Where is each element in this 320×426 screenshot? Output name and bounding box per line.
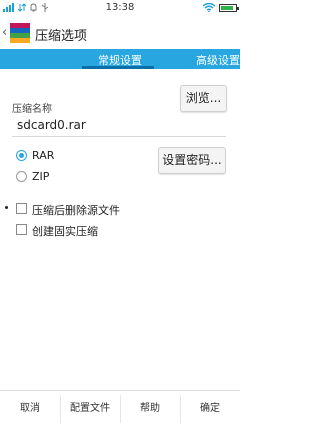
active-tab-indicator xyxy=(82,66,154,69)
page-title: 压缩选项 xyxy=(35,29,88,44)
bullet-dot xyxy=(5,206,8,209)
ok-button[interactable]: 确定 xyxy=(180,391,240,426)
bottom-action-bar: 取消 配置文件 帮助 确定 xyxy=(0,390,240,426)
tab-advanced-settings[interactable]: 高级设置 xyxy=(196,52,240,68)
back-chevron-icon[interactable]: ‹ xyxy=(2,25,7,40)
set-password-button[interactable]: 设置密码... xyxy=(158,147,226,174)
cancel-button[interactable]: 取消 xyxy=(0,391,60,426)
help-button[interactable]: 帮助 xyxy=(120,391,180,426)
archive-name-label: 压缩名称 xyxy=(12,104,52,115)
radio-rar-label[interactable]: RAR xyxy=(32,149,54,162)
battery-icon xyxy=(219,3,239,12)
app-bar: ‹ 压缩选项 xyxy=(0,17,240,49)
archive-name-input[interactable]: sdcard0.rar xyxy=(12,115,226,137)
solid-archive-checkbox[interactable] xyxy=(16,224,27,235)
status-icons-right xyxy=(203,3,239,12)
wifi-icon xyxy=(203,3,215,12)
delete-source-label[interactable]: 压缩后删除源文件 xyxy=(32,202,120,218)
status-bar: 13:38 xyxy=(0,0,240,16)
radio-zip[interactable] xyxy=(16,171,27,182)
delete-source-checkbox[interactable] xyxy=(16,203,27,214)
radio-zip-label[interactable]: ZIP xyxy=(32,170,49,183)
solid-archive-label[interactable]: 创建固实压缩 xyxy=(32,223,98,239)
winrar-app-icon xyxy=(10,23,30,43)
profile-button[interactable]: 配置文件 xyxy=(60,391,120,426)
browse-button[interactable]: 浏览... xyxy=(180,85,227,112)
radio-rar[interactable] xyxy=(16,150,27,161)
